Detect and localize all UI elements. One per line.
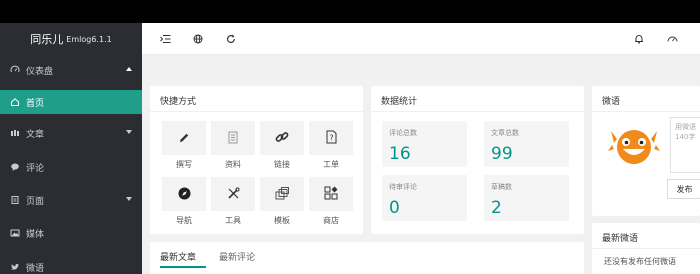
latest-weiyu-title: 最新微语 bbox=[602, 234, 639, 244]
stats-card: 数据统计 评论总数 16 文章总数 99 待审评论 0 草稿数 2 bbox=[371, 86, 584, 234]
shortcut-label: 工具 bbox=[225, 216, 241, 225]
document-icon bbox=[227, 129, 239, 148]
bell-icon[interactable] bbox=[632, 32, 646, 46]
tab-latest-articles[interactable]: 最新文章 bbox=[160, 250, 196, 263]
divider bbox=[150, 111, 363, 112]
theme-icon[interactable] bbox=[665, 32, 679, 46]
stats-title: 数据统计 bbox=[381, 97, 418, 107]
latest-weiyu-card: 最新微语 还没有发布任何微语 bbox=[592, 223, 700, 274]
shortcut-tools[interactable] bbox=[211, 177, 255, 211]
tab-underline bbox=[160, 266, 206, 268]
menu-toggle-icon[interactable] bbox=[158, 32, 172, 46]
stat-drafts[interactable]: 草稿数 2 bbox=[484, 175, 569, 221]
sidebar-item-label: 首页 bbox=[26, 98, 45, 109]
stat-label: 待审评论 bbox=[389, 183, 417, 191]
stat-label: 草稿数 bbox=[491, 183, 512, 191]
weiyu-title: 微语 bbox=[602, 97, 621, 107]
caret-up-icon bbox=[126, 67, 132, 71]
weiyu-placeholder: 用微语 140字 bbox=[675, 123, 696, 141]
shortcut-shop[interactable] bbox=[309, 177, 353, 211]
sidebar-item-pages[interactable]: 页面 bbox=[0, 188, 142, 212]
sidebar-item-label: 文章 bbox=[26, 129, 45, 140]
stat-value: 99 bbox=[491, 144, 513, 164]
divider bbox=[592, 248, 700, 249]
top-black-strip bbox=[0, 0, 700, 23]
tools-icon bbox=[227, 185, 240, 204]
caret-down-icon bbox=[126, 130, 132, 134]
globe-icon[interactable] bbox=[191, 32, 205, 46]
sidebar-item-articles[interactable]: 文章 bbox=[0, 121, 142, 145]
sidebar: 同乐儿 Emlog6.1.1 仪表盘 首页 文章 评论 页面 媒体 微语 bbox=[0, 23, 142, 274]
shop-icon bbox=[324, 185, 338, 204]
refresh-icon[interactable] bbox=[224, 32, 238, 46]
sidebar-item-label: 评论 bbox=[26, 163, 45, 174]
shortcut-label: 链接 bbox=[274, 160, 290, 169]
sidebar-item-label: 页面 bbox=[26, 196, 45, 207]
article-icon bbox=[10, 128, 20, 138]
shortcut-template[interactable] bbox=[260, 177, 304, 211]
publish-button[interactable]: 发布 bbox=[667, 179, 700, 199]
shortcut-label: 撰写 bbox=[176, 160, 192, 169]
stat-value: 16 bbox=[389, 144, 411, 164]
sidebar-item-dashboard[interactable]: 仪表盘 bbox=[0, 58, 142, 82]
twitter-icon bbox=[10, 262, 20, 272]
weiyu-card: 微语 用微语 140字 发布 bbox=[592, 86, 700, 216]
stat-pending-comments[interactable]: 待审评论 0 bbox=[382, 175, 467, 221]
sidebar-item-media[interactable]: 媒体 bbox=[0, 221, 142, 245]
media-icon bbox=[10, 228, 20, 238]
latest-weiyu-empty: 还没有发布任何微语 bbox=[604, 257, 676, 266]
sidebar-item-label: 微语 bbox=[26, 263, 45, 274]
articles-card: 最新文章 最新评论 bbox=[150, 242, 584, 274]
page-icon bbox=[10, 195, 20, 205]
shortcut-label: 资料 bbox=[225, 160, 241, 169]
shortcut-links[interactable] bbox=[260, 121, 304, 155]
stat-label: 文章总数 bbox=[491, 129, 519, 137]
sidebar-item-home[interactable]: 首页 bbox=[0, 90, 142, 114]
tab-latest-comments[interactable]: 最新评论 bbox=[219, 250, 255, 263]
compass-icon bbox=[178, 185, 191, 204]
comment-icon bbox=[10, 162, 20, 172]
svg-text:?: ? bbox=[329, 133, 333, 142]
shortcut-label: 工单 bbox=[323, 160, 339, 169]
shortcut-label: 导航 bbox=[176, 216, 192, 225]
weiyu-textarea[interactable]: 用微语 140字 bbox=[670, 117, 700, 173]
shortcuts-title: 快捷方式 bbox=[160, 97, 197, 107]
shortcut-profile[interactable] bbox=[211, 121, 255, 155]
sidebar-item-label: 媒体 bbox=[26, 229, 45, 240]
stat-comments-total[interactable]: 评论总数 16 bbox=[382, 121, 467, 167]
shortcut-write[interactable] bbox=[162, 121, 206, 155]
stat-articles-total[interactable]: 文章总数 99 bbox=[484, 121, 569, 167]
question-doc-icon: ? bbox=[325, 129, 338, 148]
stat-value: 0 bbox=[389, 198, 400, 218]
stat-value: 2 bbox=[491, 198, 502, 218]
sidebar-item-label: 仪表盘 bbox=[26, 66, 54, 77]
stat-label: 评论总数 bbox=[389, 129, 417, 137]
shortcut-label: 模板 bbox=[274, 216, 290, 225]
shortcut-ticket[interactable]: ? bbox=[309, 121, 353, 155]
pen-icon bbox=[178, 129, 190, 148]
sidebar-item-comments[interactable]: 评论 bbox=[0, 155, 142, 179]
divider bbox=[592, 111, 700, 112]
shortcut-label: 商店 bbox=[323, 216, 339, 225]
brand[interactable]: 同乐儿 Emlog6.1.1 bbox=[0, 23, 142, 55]
link-icon bbox=[275, 129, 289, 148]
brand-name: 同乐儿 bbox=[30, 33, 64, 46]
template-icon bbox=[275, 185, 289, 204]
caret-down-icon bbox=[126, 197, 132, 201]
top-header bbox=[142, 23, 700, 55]
divider bbox=[371, 111, 584, 112]
shortcut-nav[interactable] bbox=[162, 177, 206, 211]
home-icon bbox=[10, 97, 20, 107]
mascot-icon bbox=[608, 127, 660, 173]
gauge-icon bbox=[10, 65, 20, 75]
shortcuts-card: 快捷方式 撰写 资料 链接 ? 工单 导航 工具 模板 商店 bbox=[150, 86, 363, 234]
sidebar-item-weiyu[interactable]: 微语 bbox=[0, 255, 142, 274]
brand-version: Emlog6.1.1 bbox=[66, 34, 112, 44]
